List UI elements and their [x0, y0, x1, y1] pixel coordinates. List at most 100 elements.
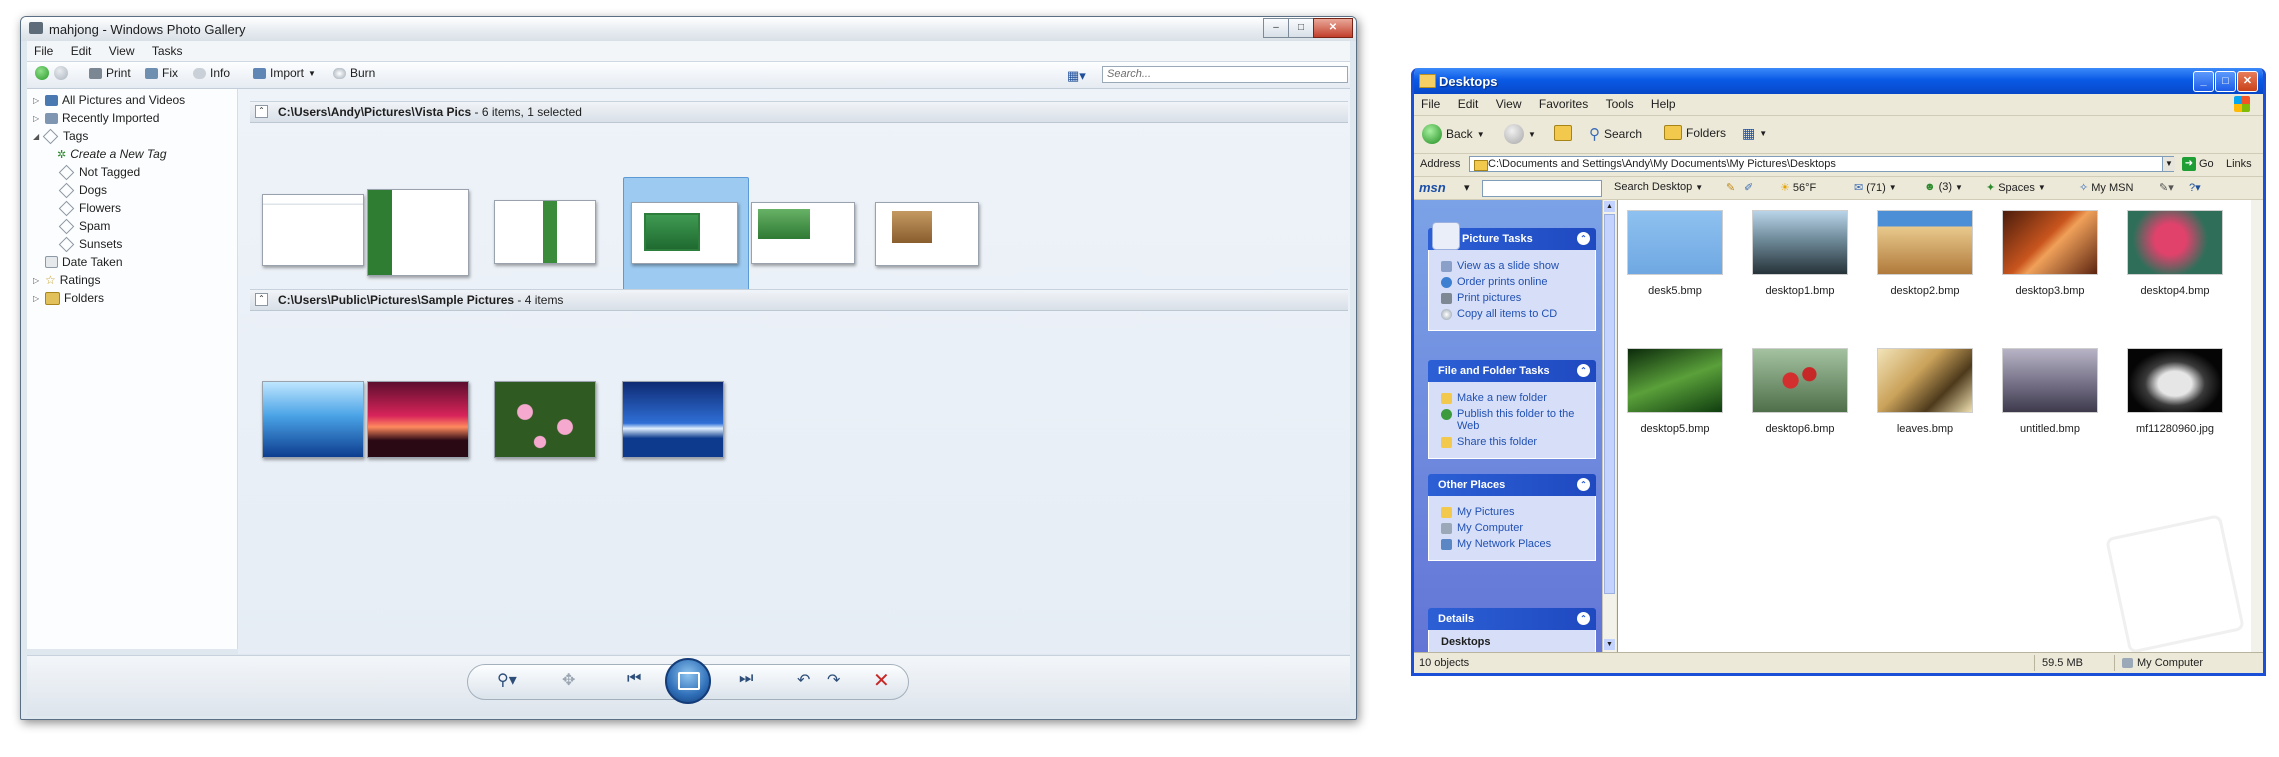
tree-ratings[interactable]: ▷ ☆ Ratings	[33, 273, 100, 287]
collapse-chevron-icon[interactable]: ⌃	[1577, 232, 1590, 245]
delete-icon[interactable]: ✕	[873, 668, 890, 693]
zoom-icon[interactable]: ⚲▾	[497, 670, 517, 690]
address-input[interactable]: C:\Documents and Settings\Andy\My Docume…	[1469, 156, 2174, 172]
edit-icon[interactable]: ✐	[1744, 181, 1753, 194]
search-input[interactable]: Search...	[1102, 66, 1348, 83]
collapse-chevron-icon[interactable]: ⌃	[1577, 478, 1590, 491]
task-view-slideshow[interactable]: View as a slide show	[1441, 260, 1595, 272]
rotate-right-icon[interactable]: ↷	[827, 670, 840, 690]
place-my-computer[interactable]: My Computer	[1441, 522, 1595, 534]
task-publish-web[interactable]: Publish this folder to the Web	[1441, 408, 1595, 432]
tree-tag-flowers[interactable]: Flowers	[58, 200, 121, 216]
rotate-left-icon[interactable]: ↶	[797, 670, 810, 690]
search-desktop-button[interactable]: Search Desktop ▼	[1614, 181, 1703, 193]
tree-tag-dogs[interactable]: Dogs	[58, 182, 107, 198]
tree-tag-not-tagged[interactable]: Not Tagged	[58, 164, 140, 180]
file-item[interactable]: desktop4.bmp	[2120, 210, 2230, 297]
highlight-icon[interactable]: ✎	[1726, 181, 1735, 194]
menu-file[interactable]: File	[1414, 94, 1447, 114]
file-item[interactable]: desk5.bmp	[1620, 210, 1730, 297]
photo-thumbnail[interactable]	[622, 381, 724, 458]
tree-date-taken[interactable]: Date Taken	[45, 255, 123, 269]
menu-tasks[interactable]: Tasks	[145, 41, 190, 61]
tree-tag-sunsets[interactable]: Sunsets	[58, 236, 122, 252]
collapse-chevron-icon[interactable]: ⌃	[1577, 364, 1590, 377]
menu-edit[interactable]: Edit	[1451, 94, 1486, 114]
collapse-group-icon[interactable]: ⌃	[255, 293, 268, 306]
photo-thumbnail[interactable]	[367, 189, 469, 276]
scroll-down-icon[interactable]: ▼	[1604, 639, 1615, 650]
msn-logo[interactable]: msn	[1419, 180, 1446, 195]
tree-all-pictures[interactable]: ▷ All Pictures and Videos	[33, 93, 185, 107]
file-item[interactable]: leaves.bmp	[1870, 348, 1980, 435]
import-button[interactable]: Import ▼	[253, 66, 316, 80]
file-folder-tasks-header[interactable]: File and Folder Tasks ⌃	[1428, 360, 1596, 382]
minimize-button[interactable]: _	[2193, 71, 2214, 92]
folders-button[interactable]: Folders	[1664, 125, 1726, 140]
burn-button[interactable]: Burn	[333, 66, 375, 80]
my-msn-button[interactable]: ✧ My MSN	[2079, 181, 2133, 195]
file-item[interactable]: desktop1.bmp	[1745, 210, 1855, 297]
back-button[interactable]	[35, 66, 49, 80]
close-button[interactable]: ✕	[1313, 18, 1353, 38]
links-button[interactable]: Links	[2226, 158, 2252, 170]
up-folder-button[interactable]	[1554, 125, 1572, 141]
file-item[interactable]: untitled.bmp	[1995, 348, 2105, 435]
task-print-pictures[interactable]: Print pictures	[1441, 292, 1595, 304]
task-pane-scrollbar[interactable]: ▲ ▼	[1602, 200, 1616, 652]
weather-button[interactable]: ☀ 56°F	[1780, 181, 1816, 195]
forward-button[interactable]	[54, 66, 68, 80]
photo-thumbnail[interactable]	[367, 381, 469, 458]
menu-view[interactable]: View	[102, 41, 142, 61]
info-button[interactable]: Info	[193, 66, 230, 80]
task-order-prints[interactable]: Order prints online	[1441, 276, 1595, 288]
photo-thumbnail[interactable]	[262, 381, 364, 458]
contacts-button[interactable]: ☻ (3) ▼	[1924, 181, 1963, 193]
help-icon[interactable]: ?▾	[2189, 181, 2201, 194]
task-new-folder[interactable]: Make a new folder	[1441, 392, 1595, 404]
address-dropdown-icon[interactable]: ▼	[2162, 157, 2175, 171]
tree-tag-spam[interactable]: Spam	[58, 218, 110, 234]
file-item[interactable]: desktop5.bmp	[1620, 348, 1730, 435]
scroll-up-icon[interactable]: ▲	[1604, 201, 1615, 212]
print-button[interactable]: Print	[89, 66, 131, 80]
mail-button[interactable]: ✉ (71) ▼	[1854, 181, 1897, 195]
collapse-group-icon[interactable]: ⌃	[255, 105, 268, 118]
file-item[interactable]: mf11280960.jpg	[2120, 348, 2230, 435]
highlight-toggle-icon[interactable]: ✎▾	[2159, 181, 2174, 194]
back-button[interactable]: Back ▼	[1422, 124, 1485, 144]
photo-thumbnail-selected[interactable]	[631, 202, 738, 264]
title-bar[interactable]: mahjong - Windows Photo Gallery – □ ✕	[21, 17, 1356, 41]
tree-create-tag[interactable]: ✲ Create a New Tag	[57, 147, 167, 161]
forward-button[interactable]: ▼	[1504, 124, 1536, 144]
photo-thumbnail[interactable]	[875, 202, 979, 266]
menu-edit[interactable]: Edit	[64, 41, 99, 61]
msn-search-input[interactable]	[1482, 180, 1602, 197]
group-header-vista-pics[interactable]: ⌃ C:\Users\Andy\Pictures\Vista Pics - 6 …	[250, 101, 1348, 123]
file-item[interactable]: desktop2.bmp	[1870, 210, 1980, 297]
menu-help[interactable]: Help	[1644, 94, 1683, 114]
task-share-folder[interactable]: Share this folder	[1441, 436, 1595, 448]
place-my-pictures[interactable]: My Pictures	[1441, 506, 1595, 518]
file-item[interactable]: desktop6.bmp	[1745, 348, 1855, 435]
fix-button[interactable]: Fix	[145, 66, 178, 80]
menu-file[interactable]: File	[27, 41, 60, 61]
tree-tags[interactable]: ◢ Tags	[33, 128, 88, 144]
photo-thumbnail[interactable]	[494, 200, 596, 264]
actual-size-icon[interactable]: ✥	[562, 670, 575, 690]
place-my-network[interactable]: My Network Places	[1441, 538, 1595, 550]
search-button[interactable]: ⚲ Search	[1589, 125, 1642, 143]
photo-thumbnail[interactable]	[751, 202, 855, 264]
close-button[interactable]: ✕	[2237, 71, 2258, 92]
view-options-icon[interactable]: ▦▾	[1067, 68, 1086, 84]
title-bar[interactable]: Desktops _ □ ✕	[1414, 68, 2263, 94]
menu-favorites[interactable]: Favorites	[1532, 94, 1595, 114]
maximize-button[interactable]: □	[1288, 18, 1314, 38]
scroll-thumb[interactable]	[1604, 214, 1615, 594]
group-header-sample-pictures[interactable]: ⌃ C:\Users\Public\Pictures\Sample Pictur…	[250, 289, 1348, 311]
photo-thumbnail[interactable]	[262, 194, 364, 266]
file-item[interactable]: desktop3.bmp	[1995, 210, 2105, 297]
task-copy-to-cd[interactable]: Copy all items to CD	[1441, 308, 1595, 320]
previous-icon[interactable]: ⏮	[627, 670, 641, 688]
menu-tools[interactable]: Tools	[1599, 94, 1641, 114]
